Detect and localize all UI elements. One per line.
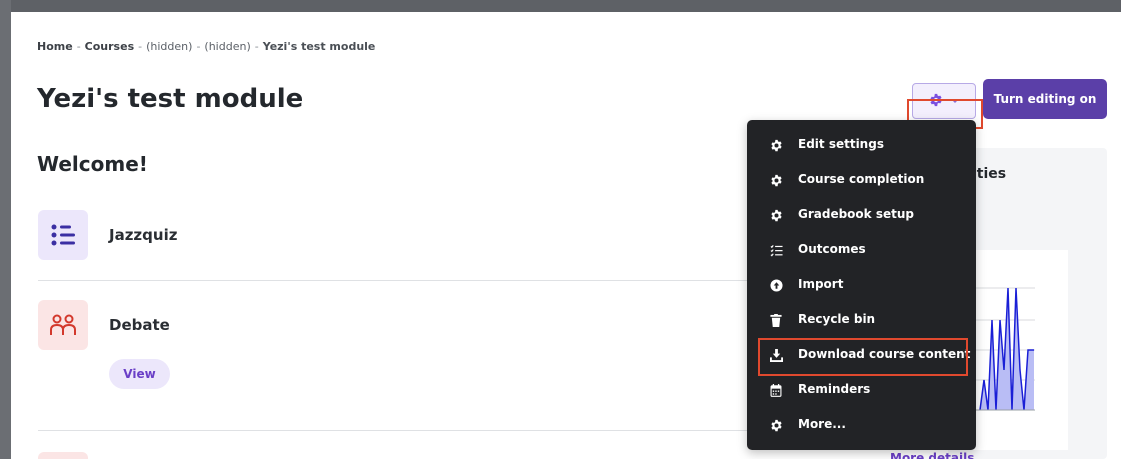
menu-item-label: Recycle bin [798, 312, 876, 326]
more-details-link[interactable]: More details [890, 451, 974, 459]
breadcrumb-separator: - [138, 40, 143, 53]
breadcrumb-separator: - [196, 40, 201, 53]
turn-editing-on-button[interactable]: Turn editing on [983, 79, 1107, 119]
breadcrumb: Home - Courses - (hidden) - (hidden) - Yezi's te… [37, 40, 375, 53]
breadcrumb-separator: - [76, 40, 81, 53]
gear-icon [769, 208, 783, 222]
upload-icon [769, 278, 783, 292]
menu-item-label: More... [798, 417, 846, 431]
breadcrumb-current[interactable]: Yezi's test module [263, 40, 376, 53]
breadcrumb-hidden-category[interactable]: (hidden) [146, 40, 192, 53]
view-button[interactable]: View [109, 359, 170, 389]
activity-item-debate[interactable]: Debate [38, 300, 170, 350]
activity-chart [960, 250, 1068, 450]
menu-item-outcomes[interactable]: Outcomes [747, 237, 976, 263]
panel-heading: ities [972, 166, 1007, 182]
menu-item-edit-settings[interactable]: Edit settings [747, 132, 976, 158]
section-title: Welcome! [37, 152, 148, 176]
activity-name[interactable]: Debate [109, 316, 170, 334]
menu-item-reminders[interactable]: Reminders [747, 377, 976, 403]
menu-item-recycle-bin[interactable]: Recycle bin [747, 307, 976, 333]
menu-item-label: Gradebook setup [798, 207, 914, 221]
gear-icon [769, 173, 783, 187]
breadcrumb-hidden-subcategory[interactable]: (hidden) [204, 40, 250, 53]
menu-item-label: Course completion [798, 172, 925, 186]
people-icon [38, 300, 88, 350]
breadcrumb-home[interactable]: Home [37, 40, 73, 53]
divider [38, 430, 748, 431]
activity-name[interactable]: Jazzquiz [109, 226, 177, 244]
breadcrumb-courses[interactable]: Courses [85, 40, 134, 53]
highlight-box-download [758, 338, 968, 376]
calendar-icon [769, 383, 783, 397]
window-frame-left [0, 0, 11, 459]
course-admin-menu: Edit settings Course completion Gradeboo… [747, 120, 976, 450]
menu-item-import[interactable]: Import [747, 272, 976, 298]
gear-icon [769, 138, 783, 152]
checklist-icon [769, 243, 783, 257]
divider [38, 280, 748, 281]
trash-icon [769, 313, 783, 327]
activity-icon-partial [38, 452, 88, 459]
page-title: Yezi's test module [37, 84, 304, 114]
menu-item-label: Reminders [798, 382, 871, 396]
activity-item-jazzquiz[interactable]: Jazzquiz [38, 210, 177, 260]
gear-icon [769, 418, 783, 432]
breadcrumb-separator: - [254, 40, 259, 53]
window-frame-top [0, 0, 1121, 12]
menu-item-more[interactable]: More... [747, 412, 976, 438]
menu-item-label: Outcomes [798, 242, 866, 256]
menu-item-gradebook-setup[interactable]: Gradebook setup [747, 202, 976, 228]
menu-item-label: Edit settings [798, 137, 884, 151]
list-icon [38, 210, 88, 260]
menu-item-label: Import [798, 277, 844, 291]
menu-item-course-completion[interactable]: Course completion [747, 167, 976, 193]
